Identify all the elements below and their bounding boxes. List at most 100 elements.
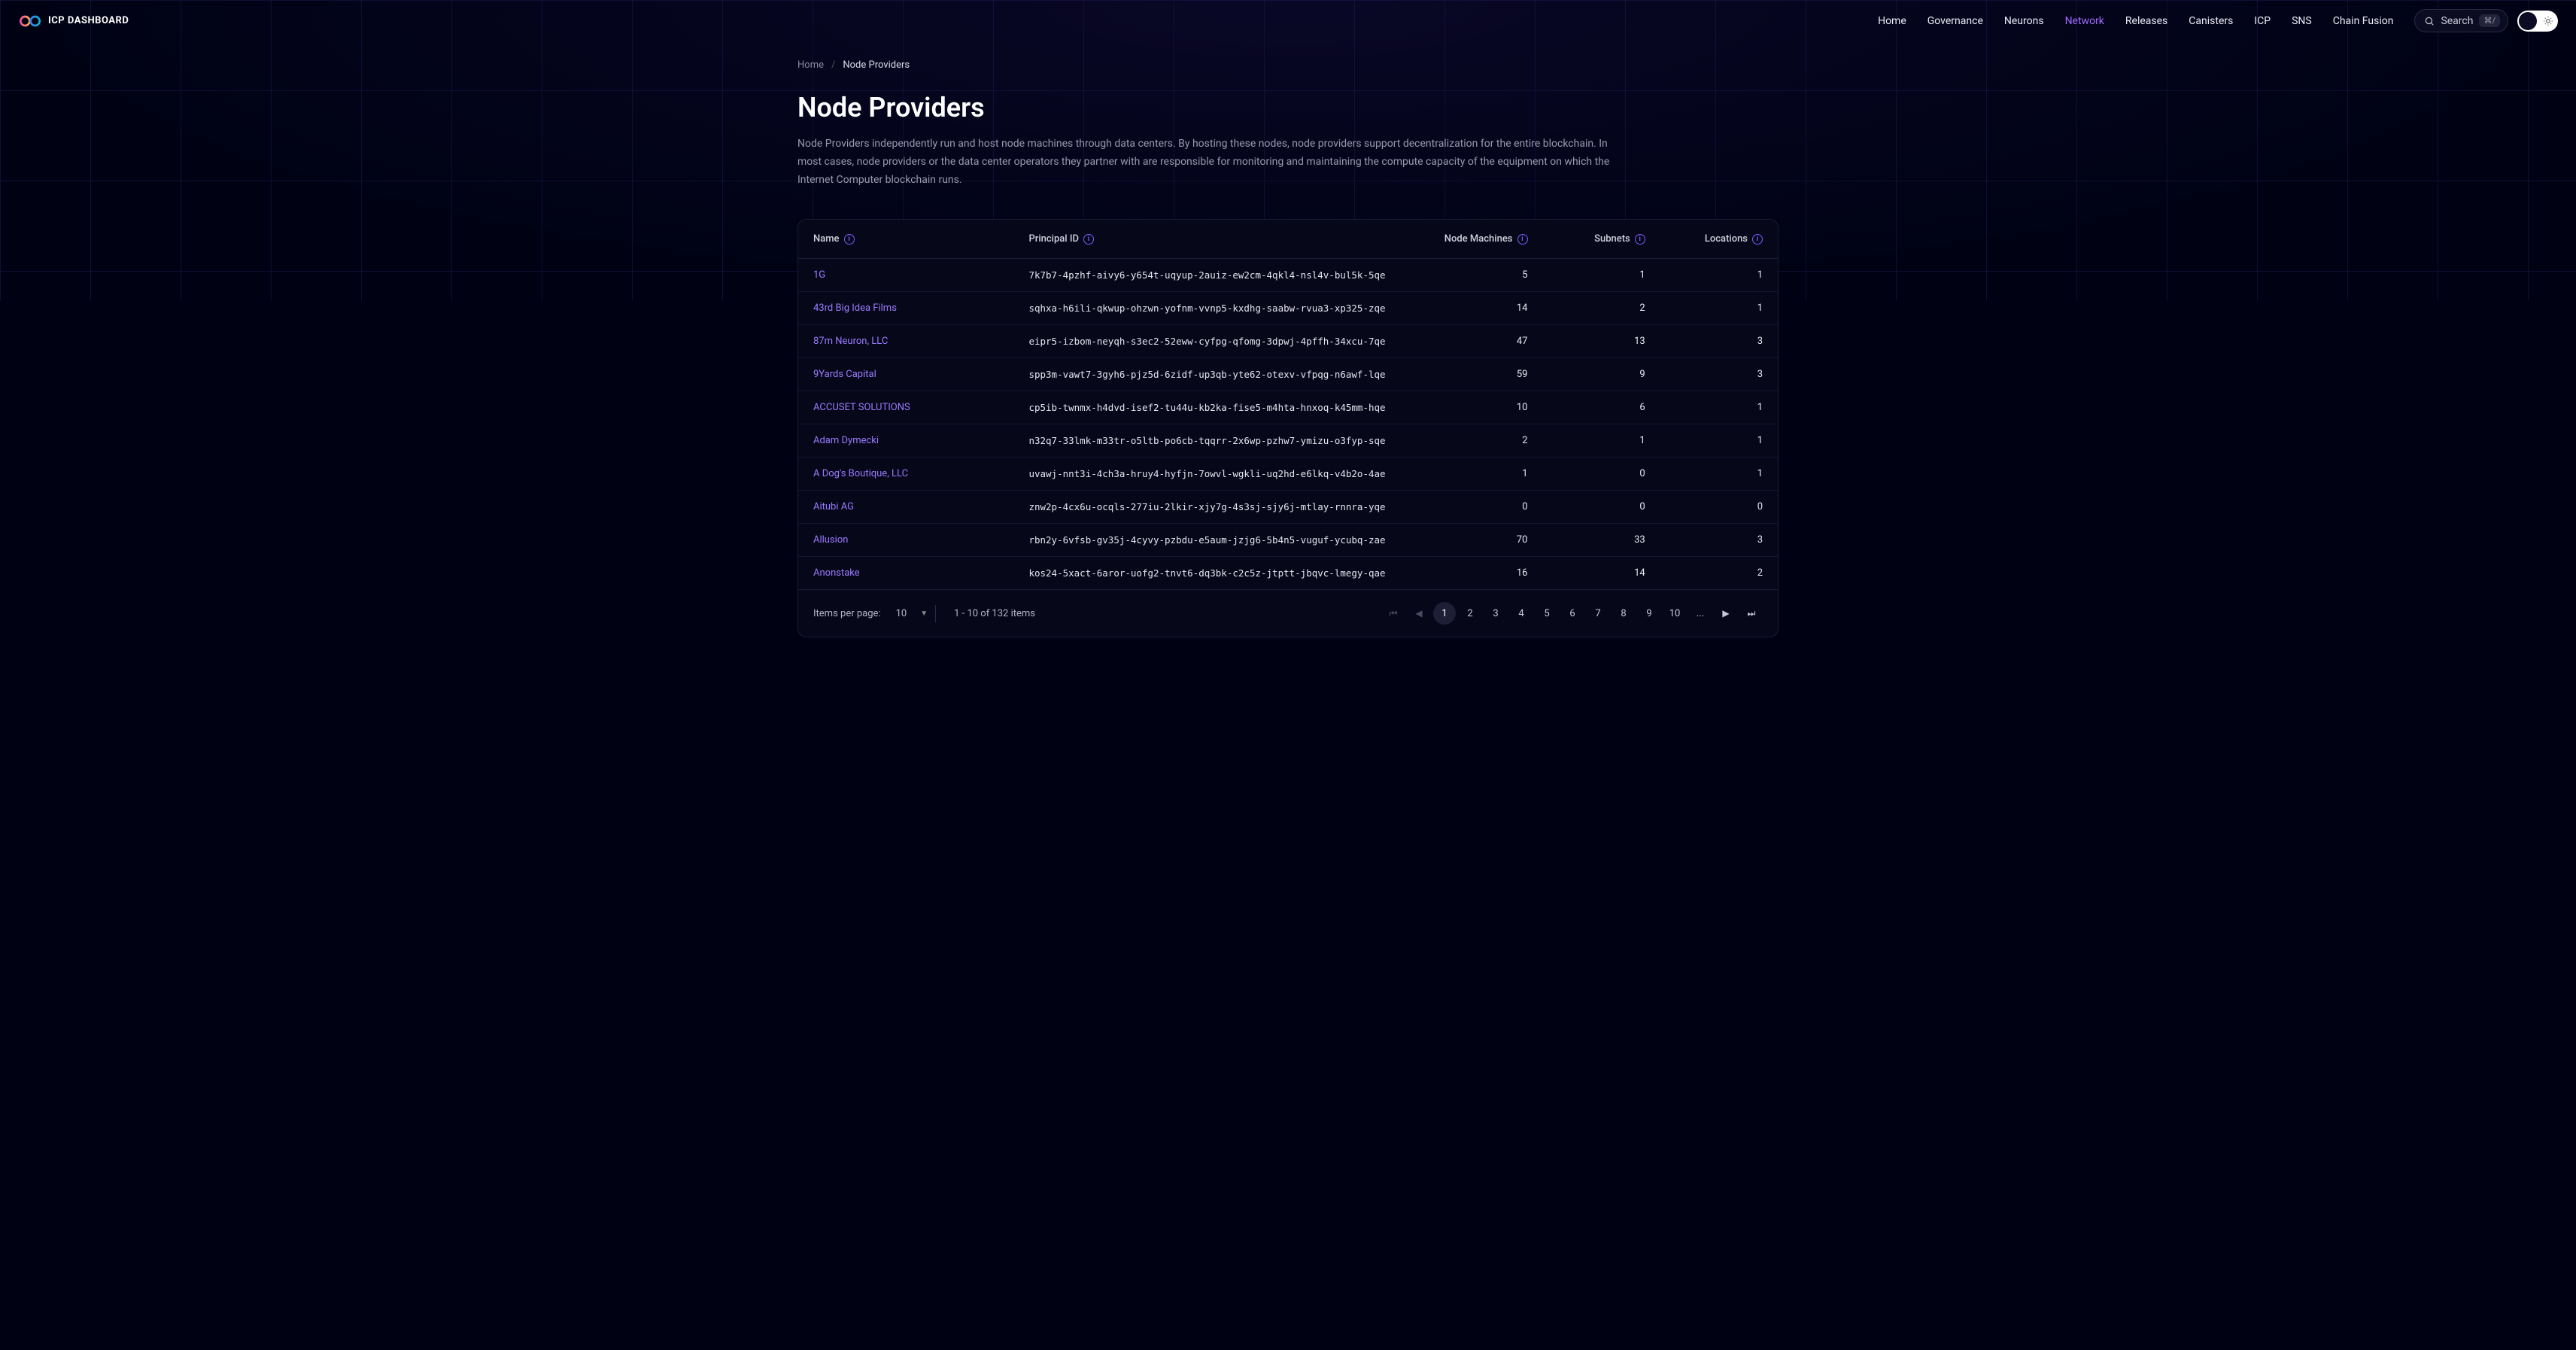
locations-count: 1 [1660, 259, 1778, 292]
subnets-count: 1 [1543, 424, 1660, 458]
providers-table: Namei Principal IDi Node Machinesi Subne… [798, 220, 1778, 589]
nav-link-home[interactable]: Home [1878, 15, 1906, 27]
subnets-count: 13 [1543, 325, 1660, 358]
search-icon [2424, 16, 2435, 26]
pager-next[interactable]: ▶ [1715, 602, 1737, 625]
nav-link-governance[interactable]: Governance [1927, 15, 1983, 27]
breadcrumb-separator: / [831, 59, 835, 71]
col-machines: Node Machines [1444, 233, 1513, 245]
pager-page-10[interactable]: 10 [1663, 602, 1686, 625]
pager-page-4[interactable]: 4 [1510, 602, 1533, 625]
breadcrumb-home[interactable]: Home [797, 59, 824, 71]
pager: ⏮◀12345678910...▶⏭ [1382, 602, 1763, 625]
pager-page-5[interactable]: 5 [1536, 602, 1558, 625]
node-machines-count: 16 [1425, 557, 1542, 590]
pager-page-7[interactable]: 7 [1587, 602, 1609, 625]
theme-toggle[interactable] [2517, 11, 2558, 32]
brand[interactable]: ICP DASHBOARD [18, 12, 129, 30]
subnets-count: 9 [1543, 358, 1660, 391]
nav-links: Home Governance Neurons Network Releases Cani… [1878, 15, 2393, 27]
nav-link-network[interactable]: Network [2065, 15, 2104, 27]
node-machines-count: 2 [1425, 424, 1542, 458]
info-icon[interactable]: i [1635, 234, 1645, 245]
locations-count: 3 [1660, 358, 1778, 391]
toggle-knob [2519, 12, 2537, 30]
provider-name-link[interactable]: Aitubi AG [798, 491, 1013, 524]
nav-link-neurons[interactable]: Neurons [2004, 15, 2044, 27]
info-icon[interactable]: i [1083, 234, 1094, 245]
info-icon[interactable]: i [1517, 234, 1528, 245]
subnets-count: 2 [1543, 292, 1660, 325]
pager-page-8[interactable]: 8 [1612, 602, 1635, 625]
brand-text: ICP DASHBOARD [48, 15, 129, 26]
page-description: Node Providers independently run and hos… [797, 135, 1625, 189]
pager-page-2[interactable]: 2 [1459, 602, 1481, 625]
table-row: 43rd Big Idea Filmssqhxa-h6ili-qkwup-ohz… [798, 292, 1778, 325]
pager-page-9[interactable]: 9 [1638, 602, 1660, 625]
principal-id[interactable]: rbn2y-6vfsb-gv35j-4cyvy-pzbdu-e5aum-jzjg… [1013, 524, 1425, 557]
principal-id[interactable]: uvawj-nnt3i-4ch3a-hruy4-hyfjn-7owvl-wgkl… [1013, 458, 1425, 491]
ipp-select[interactable]: 10 ▼ [889, 605, 937, 622]
breadcrumb: Home / Node Providers [797, 59, 1779, 71]
search-button[interactable]: Search ⌘/ [2414, 9, 2508, 32]
locations-count: 2 [1660, 557, 1778, 590]
col-principal: Principal ID [1028, 233, 1079, 245]
subnets-count: 33 [1543, 524, 1660, 557]
provider-name-link[interactable]: 43rd Big Idea Films [798, 292, 1013, 325]
sun-icon [2543, 16, 2553, 26]
info-icon[interactable]: i [844, 234, 855, 245]
provider-name-link[interactable]: A Dog's Boutique, LLC [798, 458, 1013, 491]
provider-name-link[interactable]: 1G [798, 259, 1013, 292]
nav-link-releases[interactable]: Releases [2125, 15, 2167, 27]
pager-page-3[interactable]: 3 [1484, 602, 1507, 625]
locations-count: 3 [1660, 325, 1778, 358]
provider-name-link[interactable]: Anonstake [798, 557, 1013, 590]
provider-name-link[interactable]: 87m Neuron, LLC [798, 325, 1013, 358]
table-footer: Items per page: 10 ▼ 1 - 10 of 132 items… [798, 589, 1778, 637]
provider-name-link[interactable]: Adam Dymecki [798, 424, 1013, 458]
locations-count: 1 [1660, 292, 1778, 325]
pager-page-6[interactable]: 6 [1561, 602, 1584, 625]
locations-count: 3 [1660, 524, 1778, 557]
principal-id[interactable]: 7k7b7-4pzhf-aivy6-y654t-uqyup-2auiz-ew2c… [1013, 259, 1425, 292]
provider-name-link[interactable]: 9Yards Capital [798, 358, 1013, 391]
table-row: 87m Neuron, LLCeipr5-izbom-neyqh-s3ec2-5… [798, 325, 1778, 358]
principal-id[interactable]: znw2p-4cx6u-ocqls-277iu-2lkir-xjy7g-4s3s… [1013, 491, 1425, 524]
col-name: Name [813, 233, 840, 245]
node-machines-count: 47 [1425, 325, 1542, 358]
node-machines-count: 0 [1425, 491, 1542, 524]
nav-link-canisters[interactable]: Canisters [2189, 15, 2233, 27]
pager-page-1[interactable]: 1 [1433, 602, 1456, 625]
table-row: Aitubi AGznw2p-4cx6u-ocqls-277iu-2lkir-x… [798, 491, 1778, 524]
node-machines-count: 14 [1425, 292, 1542, 325]
principal-id[interactable]: eipr5-izbom-neyqh-s3ec2-52eww-cyfpg-qfom… [1013, 325, 1425, 358]
nav-right: Search ⌘/ [2414, 9, 2558, 32]
search-kbd: ⌘/ [2479, 14, 2500, 27]
node-machines-count: 10 [1425, 391, 1542, 424]
principal-id[interactable]: kos24-5xact-6aror-uofg2-tnvt6-dq3bk-c2c5… [1013, 557, 1425, 590]
principal-id[interactable]: spp3m-vawt7-3gyh6-pjz5d-6zidf-up3qb-yte6… [1013, 358, 1425, 391]
provider-name-link[interactable]: ACCUSET SOLUTIONS [798, 391, 1013, 424]
search-label: Search [2441, 15, 2473, 27]
nav-link-chain-fusion[interactable]: Chain Fusion [2333, 15, 2394, 27]
subnets-count: 0 [1543, 458, 1660, 491]
node-machines-count: 1 [1425, 458, 1542, 491]
locations-count: 1 [1660, 424, 1778, 458]
provider-name-link[interactable]: Allusion [798, 524, 1013, 557]
range-text: 1 - 10 of 132 items [954, 608, 1035, 619]
principal-id[interactable]: cp5ib-twnmx-h4dvd-isef2-tu44u-kb2ka-fise… [1013, 391, 1425, 424]
node-machines-count: 5 [1425, 259, 1542, 292]
subnets-count: 14 [1543, 557, 1660, 590]
info-icon[interactable]: i [1752, 234, 1763, 245]
pager-last[interactable]: ⏭ [1740, 602, 1763, 625]
principal-id[interactable]: n32q7-33lmk-m33tr-o5ltb-po6cb-tqqrr-2x6w… [1013, 424, 1425, 458]
nav-link-icp[interactable]: ICP [2254, 15, 2271, 27]
table-row: Allusionrbn2y-6vfsb-gv35j-4cyvy-pzbdu-e5… [798, 524, 1778, 557]
chevron-down-icon: ▼ [920, 610, 928, 618]
table-row: A Dog's Boutique, LLCuvawj-nnt3i-4ch3a-h… [798, 458, 1778, 491]
principal-id[interactable]: sqhxa-h6ili-qkwup-ohzwn-yofnm-vvnp5-kxdh… [1013, 292, 1425, 325]
ipp-value: 10 [896, 608, 907, 619]
nav-link-sns[interactable]: SNS [2292, 15, 2312, 27]
locations-count: 1 [1660, 458, 1778, 491]
pager-first: ⏮ [1382, 602, 1405, 625]
